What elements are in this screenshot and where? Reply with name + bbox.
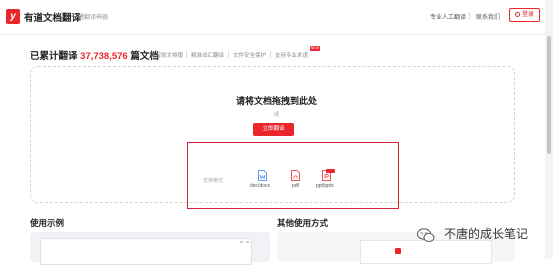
- section-title-other-ways: 其他使用方式: [277, 218, 329, 228]
- watermark-text: 不唐的成长笔记: [444, 227, 529, 241]
- stats-count: 37,738,576: [80, 51, 128, 62]
- nav-link-contact[interactable]: 联系我们: [476, 12, 500, 21]
- preview-control-dot: [240, 241, 243, 243]
- drop-zone-title: 请将文档拖拽到此处: [235, 96, 317, 106]
- format-label-pdf: pdf: [292, 183, 299, 189]
- app-slogan: 一键翻译神器: [72, 15, 109, 21]
- preview-control-dot: [246, 241, 249, 243]
- pdf-file-icon: [291, 170, 300, 181]
- supported-formats-label: 支持格式: [203, 178, 224, 184]
- feature-divider: [270, 51, 271, 58]
- top-header: y 有道文档翻译 一键翻译神器 专业人工翻译 联系我们 登录: [0, 0, 553, 35]
- example-preview-document: [40, 238, 252, 265]
- translate-now-button[interactable]: 立即翻译: [253, 123, 294, 136]
- nav-link-professional-translation[interactable]: 专业人工翻译: [430, 12, 466, 21]
- format-label-ppt: ppt/pptx: [316, 183, 334, 189]
- section-title-examples: 使用示例: [30, 218, 65, 228]
- nav-divider: [469, 12, 470, 20]
- new-badge: NEW: [310, 46, 320, 51]
- youdao-app-icon: [395, 248, 401, 254]
- feature-divider: [186, 51, 187, 58]
- stats-prefix: 已累计翻译: [30, 51, 78, 62]
- ppt-new-badge: [326, 169, 335, 173]
- drop-zone-or: 或: [273, 112, 280, 118]
- feature-layout: 保留原文排版: [150, 53, 184, 59]
- feature-vocabulary: 精准词汇翻译: [191, 53, 225, 59]
- feature-terminology: 支持专业术语: [275, 53, 309, 59]
- translation-stats: 已累计翻译 37,738,576 篇文档: [30, 48, 159, 62]
- format-label-doc: doc/docx: [250, 183, 271, 189]
- wechat-icon: [416, 228, 435, 243]
- user-icon: [514, 12, 520, 17]
- youdao-logo-icon[interactable]: y: [6, 9, 20, 24]
- feature-divider: [228, 51, 229, 58]
- login-label: 登录: [521, 12, 534, 18]
- login-button[interactable]: 登录: [509, 8, 540, 22]
- feature-security: 文件安全保护: [233, 53, 267, 59]
- word-file-icon: [258, 170, 267, 181]
